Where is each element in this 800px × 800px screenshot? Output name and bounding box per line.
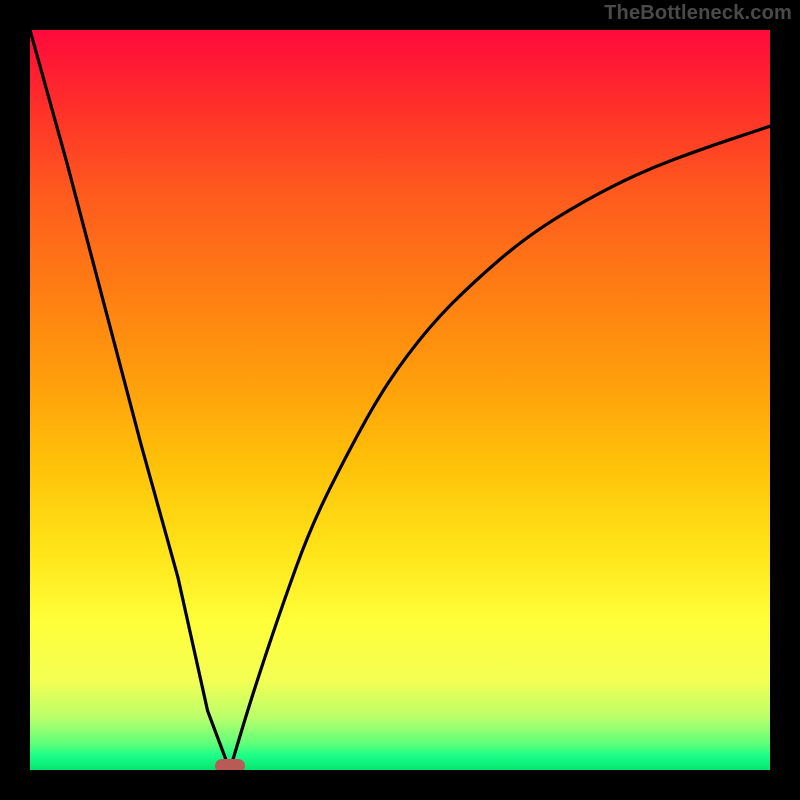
plot-area <box>30 30 770 770</box>
minimum-marker <box>215 759 245 770</box>
curve-layer <box>30 30 770 770</box>
curve-right-branch <box>230 126 770 770</box>
watermark-text: TheBottleneck.com <box>604 2 792 25</box>
chart-frame: TheBottleneck.com <box>0 0 800 800</box>
curve-left-branch <box>30 30 230 770</box>
